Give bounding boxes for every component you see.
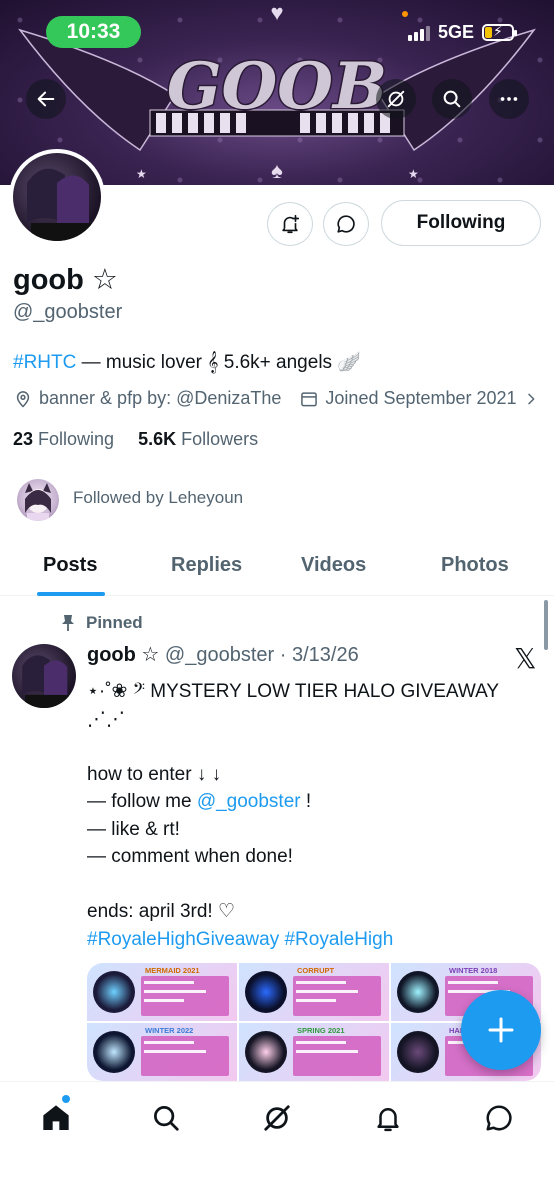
media-card: MERMAID 2021: [87, 963, 237, 1021]
nav-notifications[interactable]: [370, 1100, 406, 1136]
calendar-icon: [301, 391, 318, 406]
tab-photos[interactable]: Photos: [441, 554, 509, 577]
joined-date: Joined September 2021: [325, 388, 517, 408]
signal-icon: [407, 25, 430, 41]
profile-tabs: Posts Replies Videos Photos: [0, 540, 554, 596]
post-date[interactable]: · 3/13/26: [280, 644, 359, 666]
tab-replies[interactable]: Replies: [171, 554, 242, 577]
profile-location: banner & pfp by: @DenizaThe: [39, 388, 282, 408]
search-icon: [443, 90, 461, 108]
avatar-image: [13, 153, 101, 241]
back-arrow-icon: [37, 91, 55, 107]
notifications-subscribe-button[interactable]: [267, 202, 313, 246]
grok-icon: [387, 90, 405, 108]
status-time: 10:33: [46, 16, 141, 48]
post-mention[interactable]: @_goobster: [197, 791, 301, 812]
search-button[interactable]: [432, 79, 472, 119]
privacy-indicator: [402, 11, 408, 17]
pin-icon: [62, 615, 74, 631]
bottom-navigation: [0, 1081, 554, 1199]
battery-icon: ⚡: [482, 23, 517, 41]
svg-text:♥: ♥: [270, 0, 283, 25]
post-author-handle[interactable]: @_goobster: [165, 644, 274, 666]
pinned-label: Pinned: [60, 613, 143, 633]
post-author-avatar[interactable]: [12, 644, 76, 708]
search-icon: [154, 1106, 179, 1131]
network-label: 5GE: [437, 22, 474, 42]
chevron-right-icon[interactable]: [523, 391, 539, 407]
profile-avatar[interactable]: [9, 149, 105, 245]
svg-text:★: ★: [136, 167, 147, 181]
following-link[interactable]: 23 Following: [13, 429, 114, 449]
compose-post-button[interactable]: [461, 990, 541, 1070]
svg-text:★: ★: [408, 167, 419, 181]
back-button[interactable]: [26, 79, 66, 119]
grok-icon: [264, 1105, 290, 1131]
following-button[interactable]: Following: [381, 200, 541, 246]
location-pin-icon: [16, 390, 30, 408]
nav-messages[interactable]: [481, 1100, 517, 1136]
bell-plus-icon: [282, 214, 300, 234]
message-button[interactable]: [323, 202, 369, 246]
status-indicators: 5GE ⚡: [407, 22, 517, 43]
nav-search[interactable]: [148, 1100, 184, 1136]
active-tab-indicator: [37, 592, 105, 596]
grok-button[interactable]: [376, 79, 416, 119]
follower-avatar[interactable]: [17, 479, 59, 521]
more-button[interactable]: [489, 79, 529, 119]
followers-link[interactable]: 5.6K Followers: [138, 429, 258, 449]
post-hashtags[interactable]: #RoyaleHighGiveaway #RoyaleHigh: [87, 929, 393, 950]
svg-text:♠: ♠: [271, 158, 283, 183]
home-icon: [43, 1105, 69, 1130]
home-notification-dot: [62, 1095, 70, 1103]
tab-posts[interactable]: Posts: [43, 554, 97, 577]
tab-videos[interactable]: Videos: [301, 554, 366, 577]
media-card: WINTER 2022: [87, 1023, 237, 1081]
bio-hashtag[interactable]: #RHTC: [13, 352, 76, 373]
media-card: CORRUPT: [239, 963, 389, 1021]
svg-text:GOOB: GOOB: [167, 49, 387, 124]
bio-text: — music lover 𝄞 5.6k+ angels 🪽: [76, 352, 361, 373]
plus-icon: [488, 1017, 514, 1043]
chat-bubble-icon: [337, 215, 355, 233]
bell-icon: [377, 1108, 399, 1132]
profile-bio: #RHTC — music lover 𝄞 5.6k+ angels 🪽: [13, 350, 361, 374]
profile-handle: @_goobster: [13, 301, 123, 323]
profile-meta: banner & pfp by: @DenizaThe Joined Septe…: [13, 388, 545, 409]
media-card: SPRING 2021: [239, 1023, 389, 1081]
nav-home[interactable]: [38, 1100, 74, 1136]
post-text: ⋆·˚❀ 𝄢 MYSTERY LOW TIER HALO GIVEAWAY ⋰⋰…: [87, 681, 504, 950]
more-dots-icon: [500, 97, 518, 101]
post-author-name[interactable]: goob ☆: [87, 644, 159, 666]
scrollbar[interactable]: [544, 600, 548, 650]
display-name: goob ☆: [13, 264, 118, 296]
post-header: goob ☆ @_goobster · 3/13/26: [87, 642, 359, 667]
chat-bubble-icon: [486, 1105, 512, 1131]
followed-by-text[interactable]: Followed by Leheyoun: [73, 488, 243, 508]
follow-stats: 23 Following 5.6K Followers: [13, 429, 258, 450]
nav-grok[interactable]: [259, 1100, 295, 1136]
x-logo-icon[interactable]: 𝕏: [514, 642, 537, 675]
